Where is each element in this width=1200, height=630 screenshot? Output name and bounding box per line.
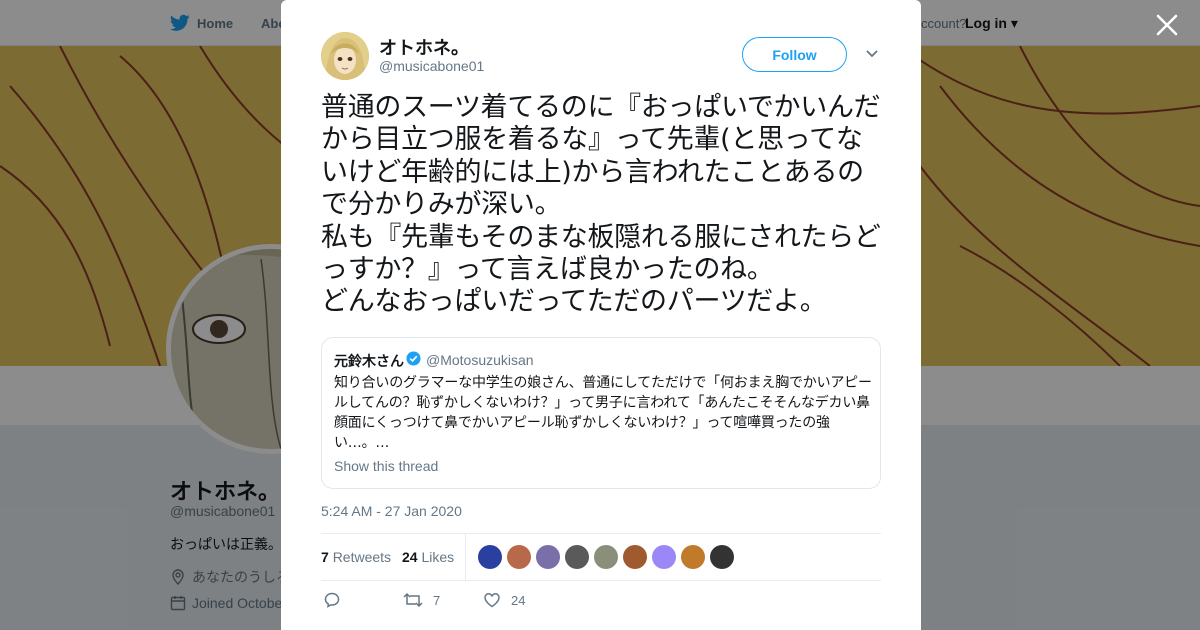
tweet-stats: 7 Retweets 24 Likes [321, 533, 881, 581]
liker-avatar[interactable] [623, 545, 647, 569]
retweets-stat[interactable]: 7 Retweets [321, 549, 391, 565]
quoted-tweet-text: 知り合いのグラマーな中学生の娘さん、普通にしてただけで「何おまえ胸でかいアピール… [334, 375, 872, 451]
quoted-author-handle: @Motosuzukisan [426, 352, 534, 368]
like-button[interactable]: 24 [483, 591, 525, 609]
author-handle[interactable]: @musicabone01 [379, 58, 484, 74]
liker-avatar[interactable] [710, 545, 734, 569]
tweet-text: 普通のスーツ着てるのに『おっぱいでかいんだから目立つ服を着るな』って先輩(と思っ… [321, 92, 881, 318]
liker-avatar[interactable] [565, 545, 589, 569]
stats-divider [465, 534, 466, 580]
liker-avatar[interactable] [478, 545, 502, 569]
tweet-actions: 7 24 [321, 591, 881, 613]
tweet-timestamp[interactable]: 5:24 AM - 27 Jan 2020 [321, 503, 462, 519]
liker-avatars [478, 545, 734, 569]
heart-icon [484, 593, 500, 608]
liker-avatar[interactable] [681, 545, 705, 569]
quoted-author-name: 元鈴木さん [334, 354, 404, 370]
author-avatar[interactable] [321, 32, 369, 80]
follow-button[interactable]: Follow [742, 37, 847, 72]
retweet-icon [403, 592, 423, 608]
reply-button[interactable] [323, 591, 341, 609]
reply-icon [324, 592, 340, 608]
liker-avatar[interactable] [594, 545, 618, 569]
retweet-button[interactable]: 7 [403, 591, 440, 609]
show-thread-link[interactable]: Show this thread [334, 458, 438, 474]
chevron-down-icon[interactable] [865, 47, 879, 61]
tweet-modal: オトホネ。 @musicabone01 Follow 普通のスーツ着てるのに『お… [281, 0, 921, 630]
liker-avatar[interactable] [536, 545, 560, 569]
likes-stat[interactable]: 24 Likes [402, 549, 454, 565]
author-name[interactable]: オトホネ。 [379, 34, 469, 60]
quoted-tweet[interactable]: 元鈴木さん @Motosuzukisan 知り合いのグラマーな中学生の娘さん、普… [321, 337, 881, 489]
close-icon[interactable] [1152, 10, 1182, 40]
liker-avatar[interactable] [652, 545, 676, 569]
liker-avatar[interactable] [507, 545, 531, 569]
verified-badge-icon [406, 351, 421, 366]
